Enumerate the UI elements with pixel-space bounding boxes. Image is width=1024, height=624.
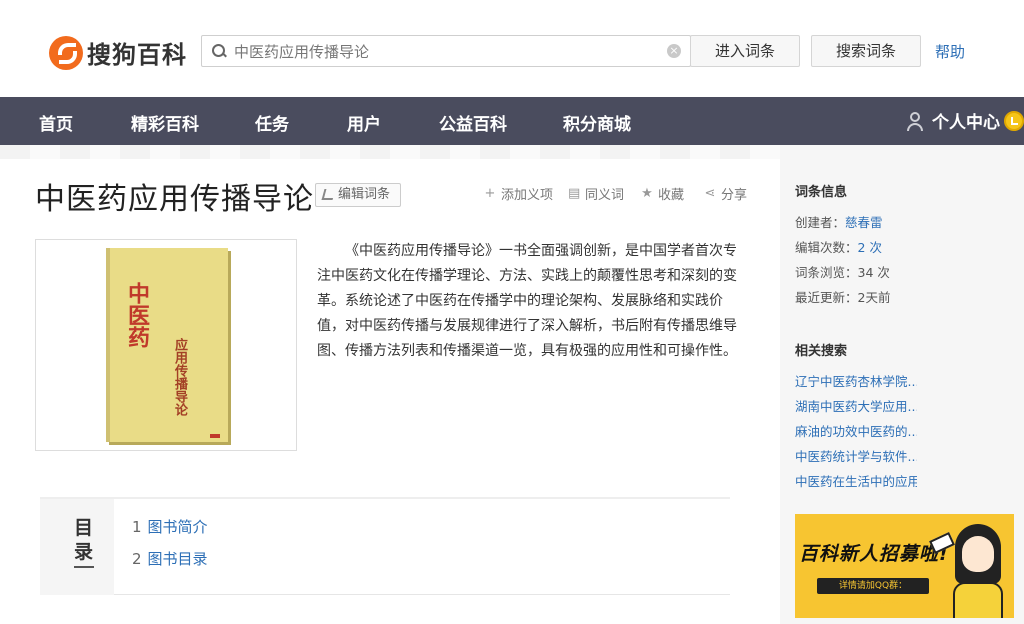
book-spine [106,248,110,442]
book-cover: 中医药 应用传播导论 [106,248,228,442]
user-icon [906,110,924,132]
last-updated-row: 最近更新：2天前 [795,287,890,306]
catalog-item-number: 2 [132,550,142,568]
nav-item-home[interactable]: 首页 [39,110,73,135]
illustration-face [962,536,994,572]
catalog: 目录 1 图书简介 2 图书目录 [40,497,730,595]
catalog-item-text: 图书简介 [147,518,208,536]
illustration-body [953,582,1003,618]
edits-label: 编辑次数： [795,240,858,255]
related-link[interactable]: 湖南中医药大学应用... [795,396,917,415]
nav-item-tasks[interactable]: 任务 [255,110,289,135]
plus-icon: + [484,185,496,201]
search-icon [212,44,226,58]
nav-item-users[interactable]: 用户 [347,110,381,135]
publisher-mark [210,434,220,438]
views-label: 词条浏览： [795,265,858,280]
recruit-banner[interactable]: 百科新人招募啦! 详情请加QQ群：259336340 [795,514,1014,618]
views-value: 34 次 [857,265,890,280]
entry-info-heading: 词条信息 [795,185,848,200]
related-link[interactable]: 麻油的功效中医药的... [795,421,917,440]
clear-icon[interactable]: × [667,44,681,58]
sidebar: 词条信息 创建者：慈春雷 编辑次数：2 次 词条浏览：34 次 最近更新：2天前… [780,145,1024,624]
logo-text: 搜狗百科 [87,41,187,69]
creator-label: 创建者： [795,215,846,230]
edit-entry-button[interactable]: 编辑词条 [315,183,401,207]
share-icon: ⋖ [704,185,716,201]
star-icon: ★ [641,185,653,201]
catalog-label-box: 目录 [40,499,114,595]
synonym-label: 同义词 [585,188,625,203]
megaphone-icon [929,532,955,554]
banner-title: 百科新人招募啦! [799,543,949,565]
creator-link[interactable]: 慈春雷 [845,215,883,230]
add-sense-button[interactable]: + 添加义项 [484,184,554,204]
site-header: 搜狗百科 × 进入词条 搜索词条 帮助 [0,0,1024,97]
pencil-icon [321,189,336,200]
banner-qq-group: 详情请加QQ群：259336340 [817,578,929,607]
related-link[interactable]: 中医药在生活中的应用 [795,471,917,490]
synonym-button[interactable]: ▤ 同义词 [568,184,625,204]
decorative-pattern [0,145,780,159]
nav-item-featured[interactable]: 精彩百科 [131,110,199,135]
user-center-label: 个人中心 [932,113,1000,133]
related-link[interactable]: 中医药统计学与软件... [795,446,917,465]
updated-label: 最近更新： [795,290,858,305]
favorite-label: 收藏 [658,188,685,203]
enter-entry-button[interactable]: 进入词条 [690,35,800,67]
related-heading: 相关搜索 [795,344,848,359]
search-input[interactable] [234,41,654,61]
catalog-label: 目录 [74,517,94,563]
share-label: 分享 [721,188,748,203]
nav-item-charity[interactable]: 公益百科 [439,110,507,135]
entry-title: 中医药应用传播导论 [35,182,314,217]
add-sense-label: 添加义项 [501,188,554,203]
book-title-sub: 应用传播导论 [172,338,187,416]
catalog-item-toc[interactable]: 2 图书目录 [132,548,208,569]
creator-row: 创建者：慈春雷 [795,212,883,231]
banner-illustration [929,524,1009,618]
view-count-row: 词条浏览：34 次 [795,262,890,281]
edit-count-row: 编辑次数：2 次 [795,237,882,256]
catalog-item-text: 图书目录 [147,550,208,568]
book-cover-image[interactable]: 中医药 应用传播导论 [35,239,297,451]
sogou-baike-logo[interactable]: 搜狗百科 [49,35,187,70]
list-icon: ▤ [568,185,581,201]
help-link[interactable]: 帮助 [935,41,965,62]
sogou-logo-icon [49,35,83,70]
edit-entry-label: 编辑词条 [338,187,391,202]
nav-item-points-mall[interactable]: 积分商城 [563,110,631,135]
search-entry-button[interactable]: 搜索词条 [811,35,921,67]
entry-summary: 《中医药应用传播导论》一书全面强调创新，是中国学者首次专注中医药文化在传播学理论… [317,243,737,359]
edits-link[interactable]: 2 次 [858,240,882,255]
catalog-divider [74,566,94,568]
coin-icon [1004,110,1024,131]
book-title-main: 中医药 [124,282,150,348]
main-nav: 首页 精彩百科 任务 用户 公益百科 积分商城 个人中心 [0,97,1024,145]
favorite-button[interactable]: ★ 收藏 [641,184,685,204]
updated-value: 2天前 [857,290,891,305]
catalog-item-intro[interactable]: 1 图书简介 [132,516,208,537]
search-box: × [201,35,691,67]
share-button[interactable]: ⋖ 分享 [704,184,748,204]
related-link[interactable]: 辽宁中医药杏林学院... [795,371,917,390]
catalog-item-number: 1 [132,518,142,536]
user-center[interactable]: 个人中心 [906,108,1024,133]
